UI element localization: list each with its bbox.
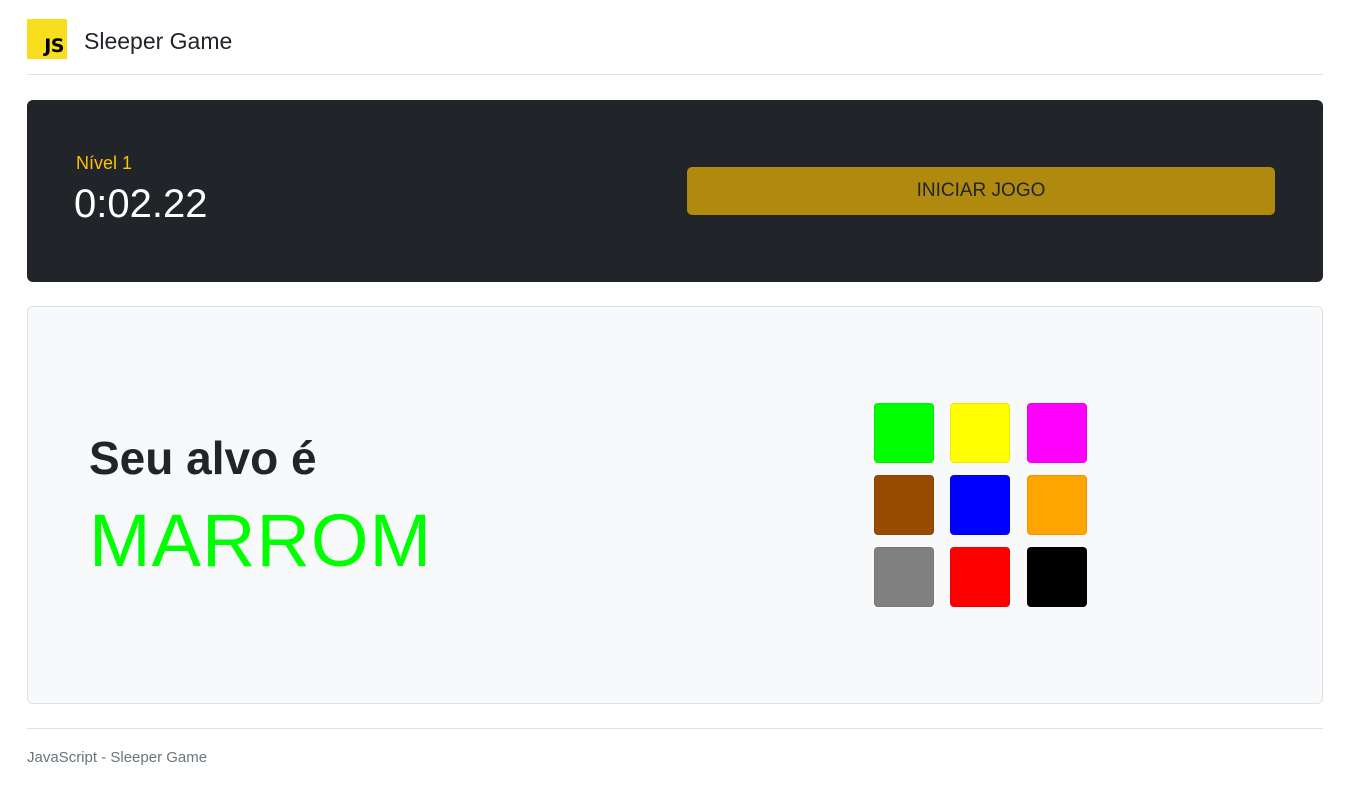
color-grid	[874, 403, 1087, 607]
app-header: JS Sleeper Game	[27, 0, 1323, 75]
game-panel: Seu alvo é MARROM	[27, 306, 1323, 704]
page-footer: JavaScript - Sleeper Game	[27, 728, 1323, 785]
color-swatch-orange[interactable]	[1027, 475, 1087, 535]
status-panel: Nível 1 0:02.22 INICIAR JOGO	[27, 100, 1323, 282]
color-swatch-black[interactable]	[1027, 547, 1087, 607]
color-swatch-blue[interactable]	[950, 475, 1010, 535]
start-game-button[interactable]: INICIAR JOGO	[687, 167, 1275, 215]
color-swatch-magenta[interactable]	[1027, 403, 1087, 463]
color-swatch-yellow[interactable]	[950, 403, 1010, 463]
target-color-word: MARROM	[89, 499, 433, 582]
target-label: Seu alvo é	[89, 432, 317, 484]
js-logo-icon: JS	[27, 19, 67, 59]
footer-text: JavaScript - Sleeper Game	[27, 749, 208, 766]
app-title: Sleeper Game	[84, 28, 233, 54]
color-swatch-green[interactable]	[874, 403, 934, 463]
color-swatch-brown[interactable]	[874, 475, 934, 535]
color-swatch-gray[interactable]	[874, 547, 934, 607]
level-label: Nível 1	[76, 153, 133, 173]
timer-display: 0:02.22	[74, 182, 208, 226]
color-swatch-red[interactable]	[950, 547, 1010, 607]
